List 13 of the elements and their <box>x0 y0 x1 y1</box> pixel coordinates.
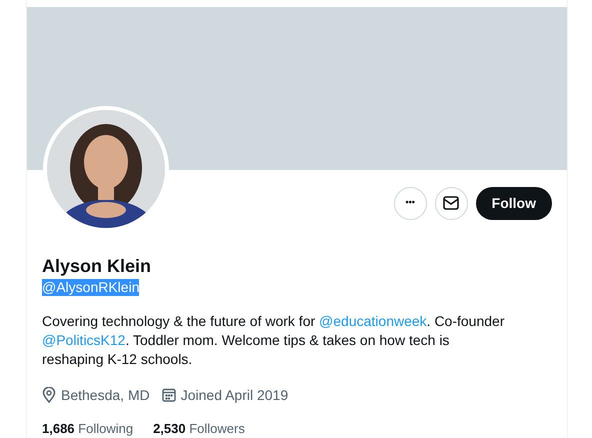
calendar-icon <box>162 388 176 402</box>
stat-link[interactable]: 2,530 Followers <box>153 418 245 438</box>
message-button[interactable] <box>434 186 468 220</box>
more-button[interactable]: ••• <box>394 186 427 220</box>
profile-bio: Covering technology & the future of work for @educationweek. Co-founder @PoliticsK12. Toddler mom. Welcome tips & takes on how tech is reshaping K-12 schools. <box>42 312 506 368</box>
joined-date: Joined April 2019 <box>180 386 288 405</box>
profile-handle: @AlysonRKlein <box>42 278 140 296</box>
follow-button[interactable]: Follow <box>476 186 552 220</box>
stat-link[interactable]: 1,686 Following <box>42 418 134 438</box>
location-text: Bethesda, MD <box>61 386 150 404</box>
map-pin-icon <box>42 387 56 403</box>
profile-name: Alyson Klein <box>42 254 152 276</box>
envelope-icon <box>443 196 460 210</box>
